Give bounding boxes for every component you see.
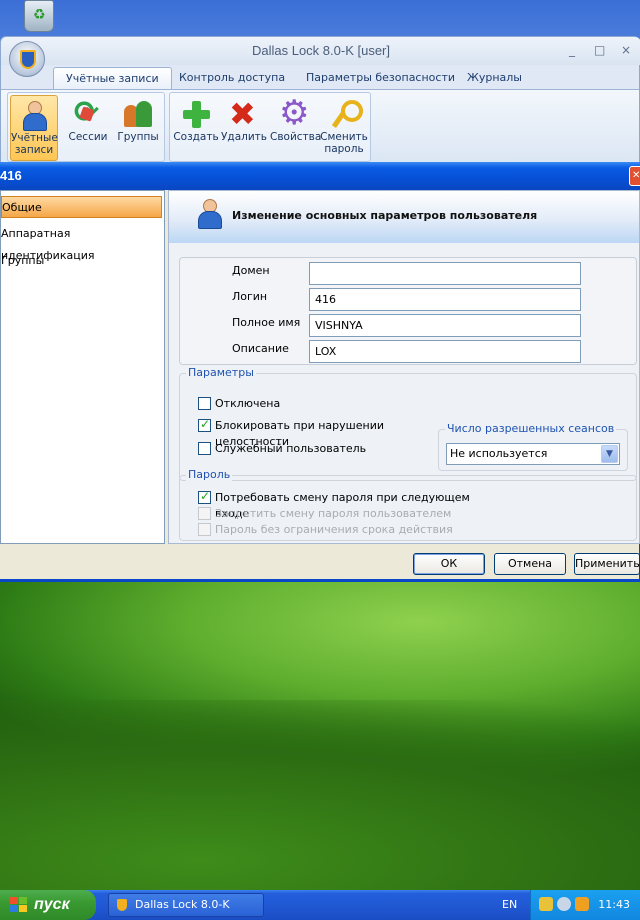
disabled-label: Отключена <box>215 397 281 410</box>
desktop-wallpaper-field <box>0 700 640 890</box>
dialog-title: 416 <box>0 162 640 190</box>
groups-button[interactable]: Группы <box>114 95 162 161</box>
key-icon <box>328 99 363 129</box>
security-icon[interactable] <box>557 897 571 911</box>
change-password-label-1: Сменить <box>320 131 368 143</box>
accounts-label-2: записи <box>14 144 54 156</box>
tab-accounts[interactable]: Учётные записи <box>53 67 172 89</box>
no-expiry-checkbox <box>198 523 211 536</box>
shield-icon <box>117 899 127 911</box>
taskbar-app-label: Dallas Lock 8.0-K [user] <box>135 898 230 911</box>
maximize-button[interactable]: □ <box>594 43 605 57</box>
taskbar-app-button[interactable]: Dallas Lock 8.0-K [user] <box>108 893 264 917</box>
recycle-bin-icon[interactable]: ♻ <box>24 0 54 32</box>
user-icon <box>18 100 50 131</box>
tab-logs[interactable]: Журналы <box>455 67 534 89</box>
content-header-title: Изменение основных параметров пользовате… <box>232 209 538 222</box>
create-label: Создать <box>173 131 219 143</box>
accounts-button[interactable]: Учётные записи <box>10 95 58 161</box>
apply-button[interactable]: Применить <box>574 553 640 575</box>
tray-app-icon[interactable] <box>575 897 589 911</box>
delete-icon <box>228 95 260 133</box>
block-integrity-checkbox[interactable] <box>198 417 211 432</box>
ok-button[interactable]: ОК <box>413 553 485 575</box>
disabled-checkbox[interactable] <box>198 397 211 410</box>
network-icon[interactable] <box>539 897 553 911</box>
login-field[interactable]: 416 <box>309 288 581 311</box>
start-label: пуск <box>34 896 70 913</box>
language-indicator[interactable]: EN <box>502 898 517 911</box>
sessions-label: Сессии <box>68 131 108 143</box>
dialog-content: Изменение основных параметров пользовате… <box>168 190 640 544</box>
forbid-change-checkbox-row: Запретить смену пароля пользователем <box>198 506 498 522</box>
system-tray: 11:43 <box>530 890 640 920</box>
change-password-label-2: пароль <box>324 143 364 155</box>
user-fields-panel: Домен Логин 416 Полное имя VISHNYA Описа… <box>179 257 637 365</box>
accounts-label-1: Учётные <box>11 132 58 144</box>
description-label: Описание <box>232 342 289 355</box>
clock: 11:43 <box>598 898 630 911</box>
sessions-icon <box>72 95 104 130</box>
login-label: Логин <box>232 290 268 303</box>
ribbon-group-actions: Создать Удалить Свойства Сменить пароль <box>169 92 371 162</box>
shield-icon <box>20 50 36 69</box>
disabled-checkbox-row[interactable]: Отключена <box>198 396 398 412</box>
plus-icon <box>180 99 212 129</box>
domain-field[interactable] <box>309 262 581 285</box>
no-expiry-checkbox-row: Пароль без ограничения срока действия <box>198 522 498 538</box>
require-change-checkbox-row[interactable]: Потребовать смену пароля при следующем в… <box>198 489 498 520</box>
service-user-label: Служебный пользователь <box>215 442 367 455</box>
dialog-nav: Общие Аппаратная идентификация Группы <box>0 190 165 544</box>
groups-label: Группы <box>117 131 159 143</box>
service-user-checkbox-row[interactable]: Служебный пользователь <box>198 441 398 457</box>
nav-item-groups[interactable]: Группы <box>1 250 162 272</box>
content-header: Изменение основных параметров пользовате… <box>169 191 639 243</box>
params-group: Параметры Отключена Блокировать при нару… <box>179 366 637 481</box>
service-user-checkbox[interactable] <box>198 442 211 455</box>
sessions-group-title: Число разрешенных сеансов <box>445 422 617 435</box>
no-expiry-label: Пароль без ограничения срока действия <box>215 523 453 536</box>
user-properties-dialog: 416 ✕ Общие Аппаратная идентификация Гру… <box>0 162 640 582</box>
delete-button[interactable]: Удалить <box>220 95 268 161</box>
start-button[interactable]: пуск <box>0 890 96 920</box>
params-group-title: Параметры <box>186 366 256 379</box>
password-group: Пароль Потребовать смену пароля при след… <box>179 468 637 541</box>
app-menu-orb[interactable] <box>9 41 45 77</box>
tab-security-params[interactable]: Параметры безопасности <box>294 67 467 89</box>
forbid-change-label: Запретить смену пароля пользователем <box>215 507 452 520</box>
nav-item-hardware-id[interactable]: Аппаратная идентификация <box>1 223 162 262</box>
description-field[interactable]: LOX <box>309 340 581 363</box>
cancel-button[interactable]: Отмена <box>494 553 566 575</box>
require-change-checkbox[interactable] <box>198 489 211 504</box>
dialog-close-button[interactable]: ✕ <box>629 166 640 186</box>
change-password-button[interactable]: Сменить пароль <box>320 95 368 161</box>
properties-button[interactable]: Свойства <box>270 93 321 161</box>
chevron-down-icon[interactable]: ▼ <box>601 445 618 463</box>
nav-item-general[interactable]: Общие <box>1 196 162 218</box>
sessions-select-value: Не используется <box>450 447 548 460</box>
password-group-title: Пароль <box>186 468 233 481</box>
close-button[interactable]: × <box>621 43 631 57</box>
block-integrity-checkbox-row[interactable]: Блокировать при нарушении целостности <box>198 417 458 448</box>
ribbon-tabs: Учётные записи Контроль доступа Параметр… <box>53 65 640 89</box>
user-icon <box>193 198 225 230</box>
tab-access-control[interactable]: Контроль доступа <box>167 67 297 89</box>
domain-label: Домен <box>232 264 270 277</box>
minimize-button[interactable]: _ <box>569 43 575 57</box>
ribbon: Учётные записи Сессии Группы Создать Уда… <box>1 89 639 165</box>
app-window: Dallas Lock 8.0-K [user] _ □ × Учётные з… <box>0 36 640 166</box>
fullname-field[interactable]: VISHNYA <box>309 314 581 337</box>
create-button[interactable]: Создать <box>172 95 220 161</box>
windows-logo-icon <box>10 897 28 913</box>
ribbon-group-view: Учётные записи Сессии Группы <box>7 92 165 162</box>
gear-icon <box>278 93 310 133</box>
taskbar: пуск Dallas Lock 8.0-K [user] EN 11:43 <box>0 890 640 920</box>
forbid-change-checkbox <box>198 507 211 520</box>
app-title: Dallas Lock 8.0-K [user] <box>1 37 640 65</box>
fullname-label: Полное имя <box>232 316 301 329</box>
groups-icon <box>122 99 154 129</box>
sessions-select[interactable]: Не используется ▼ <box>446 443 620 465</box>
sessions-button[interactable]: Сессии <box>64 95 112 161</box>
sessions-group: Число разрешенных сеансов Не используетс… <box>438 422 628 471</box>
